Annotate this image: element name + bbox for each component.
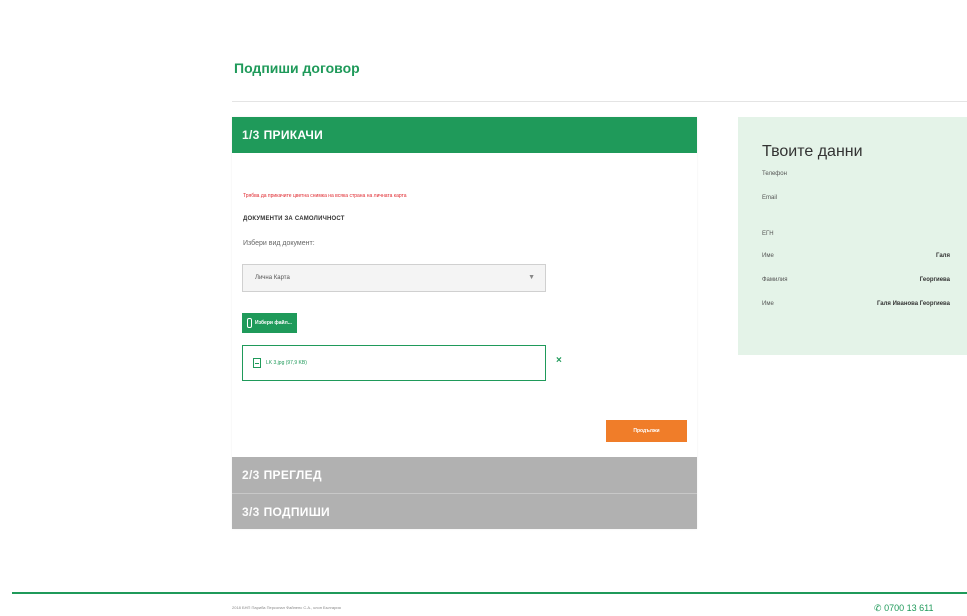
data-label: Email [762, 195, 778, 201]
file-icon [253, 358, 261, 368]
section-heading: ДОКУМЕНТИ ЗА САМОЛИЧНОСТ [243, 216, 345, 222]
uploaded-file-row: LK 3.jpg (97,9 KB) [242, 345, 546, 381]
step-number: 1/3 [242, 128, 260, 142]
step-header-attach[interactable]: 1/3 ПРИКАЧИ [232, 117, 697, 153]
data-label: Име [762, 253, 774, 259]
data-row-full-name: Име Галя Иванова Георгиева [762, 301, 950, 307]
step-label: ПРИКАЧИ [263, 128, 324, 142]
page: Подпиши договор 1/3 ПРИКАЧИ Трябва да пр… [0, 0, 967, 616]
data-row-egn: ЕГН [762, 231, 950, 237]
your-data-panel: Твоите данни Телефон Email ЕГН Име Галя … [738, 117, 967, 355]
document-type-value: Лична Карта [255, 275, 290, 281]
paperclip-icon [247, 318, 252, 328]
choose-file-button[interactable]: Избери файл... [242, 313, 297, 333]
remove-file-button[interactable]: × [556, 356, 562, 366]
data-row-phone: Телефон [762, 171, 950, 177]
footer-phone[interactable]: ✆ 0700 13 611 [874, 603, 933, 614]
step-label: ПРЕГЛЕД [263, 468, 322, 482]
footer-copyright: 2018 БНП Париба Персонал Файненс С.А., к… [232, 605, 341, 610]
error-message: Трябва да прикачите цветна снимка на вся… [243, 193, 407, 199]
phone-icon: ✆ [874, 603, 882, 613]
data-value: Галя Иванова Георгиева [876, 301, 950, 307]
step-header-sign: 3/3 ПОДПИШИ [232, 493, 697, 529]
continue-button[interactable]: Продължи [606, 420, 687, 442]
data-label: Фамилия [762, 277, 788, 283]
chevron-down-icon: ▼ [528, 274, 535, 281]
document-type-label: Избери вид документ: [243, 240, 315, 247]
step-label: ПОДПИШИ [263, 504, 330, 519]
data-row-email: Email [762, 195, 950, 201]
footer-divider [12, 592, 967, 594]
data-value: Галя [936, 253, 950, 259]
data-label: Телефон [762, 171, 787, 177]
step-header-review: 2/3 ПРЕГЛЕД [232, 457, 697, 493]
step-body: Трябва да прикачите цветна снимка на вся… [232, 153, 697, 457]
page-title: Подпиши договор [234, 60, 360, 76]
data-label: ЕГН [762, 231, 774, 237]
uploaded-file-name[interactable]: LK 3.jpg (97,9 KB) [266, 360, 307, 366]
title-divider [232, 101, 967, 102]
document-type-select[interactable]: Лична Карта ▼ [242, 264, 546, 292]
step-number: 2/3 [242, 468, 260, 482]
data-value: Георгиева [919, 277, 950, 283]
data-row-first-name: Име Галя [762, 253, 950, 259]
top-bar [0, 0, 967, 12]
data-row-last-name: Фамилия Георгиева [762, 277, 950, 283]
choose-file-label: Избери файл... [255, 320, 292, 326]
your-data-title: Твоите данни [762, 143, 863, 160]
footer-phone-number: 0700 13 611 [884, 603, 934, 613]
wizard-panel: 1/3 ПРИКАЧИ Трябва да прикачите цветна с… [232, 117, 697, 529]
step-number: 3/3 [242, 504, 260, 519]
data-label: Име [762, 301, 774, 307]
